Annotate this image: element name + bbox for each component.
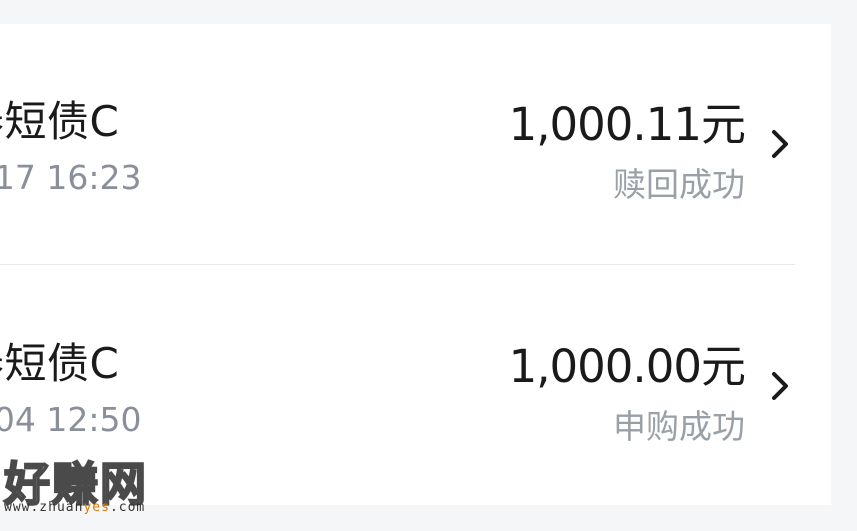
watermark-url: www.zhuanyes.com — [4, 500, 145, 515]
site-watermark: 好赚网 www.zhuanyes.com — [2, 448, 192, 518]
watermark-url-highlight: yes — [83, 500, 110, 515]
watermark-url-prefix: www.zhuan — [4, 500, 84, 515]
transaction-status: 申购成功 — [613, 407, 745, 446]
transaction-time: -04 12:50 — [0, 400, 142, 439]
chevron-right-icon[interactable] — [766, 126, 794, 162]
watermark-url-suffix: .com — [109, 500, 146, 515]
chevron-right-icon[interactable] — [766, 368, 794, 404]
transaction-amount: 1,000.11元 — [508, 98, 746, 151]
row-divider — [0, 264, 795, 265]
fund-name: 泰短债C — [0, 97, 120, 146]
transaction-row[interactable]: 泰短债C -17 16:23 1,000.11元 赎回成功 — [0, 24, 831, 265]
top-spacer — [0, 0, 857, 24]
transaction-list: 泰短债C -17 16:23 1,000.11元 赎回成功 泰短债C -04 1… — [0, 24, 831, 505]
transaction-time: -17 16:23 — [0, 158, 142, 197]
transaction-status: 赎回成功 — [613, 165, 745, 204]
fund-name: 泰短债C — [0, 339, 120, 388]
transaction-amount: 1,000.00元 — [508, 340, 746, 393]
